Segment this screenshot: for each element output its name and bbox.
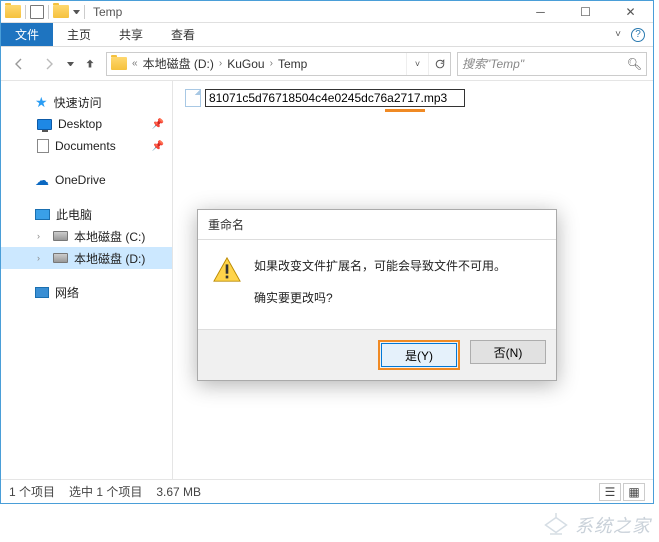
- tab-view[interactable]: 查看: [157, 23, 209, 46]
- status-size: 3.67 MB: [156, 485, 201, 499]
- address-bar[interactable]: « 本地磁盘 (D:) › KuGou › Temp ˅: [106, 52, 451, 76]
- drive-icon: [53, 231, 68, 241]
- back-button[interactable]: [7, 52, 31, 76]
- sidebar-item-drive-c[interactable]: › 本地磁盘 (C:): [1, 225, 172, 247]
- sidebar-label: 本地磁盘 (C:): [74, 228, 145, 245]
- sidebar-item-documents[interactable]: Documents 📌: [1, 135, 172, 157]
- tab-share[interactable]: 共享: [105, 23, 157, 46]
- no-button[interactable]: 否(N): [470, 340, 546, 364]
- sidebar-label: Documents: [55, 139, 116, 153]
- ribbon-expand-icon[interactable]: ˅: [615, 29, 621, 40]
- search-icon[interactable]: 🔍︎: [627, 57, 642, 71]
- dialog-line2: 确实要更改吗?: [254, 288, 506, 310]
- breadcrumb[interactable]: 本地磁盘 (D:): [139, 55, 218, 72]
- sidebar-label: Desktop: [58, 117, 102, 131]
- sidebar-label: 快速访问: [54, 94, 102, 111]
- nav-toolbar: « 本地磁盘 (D:) › KuGou › Temp ˅ 搜索"Temp" 🔍︎: [1, 47, 653, 81]
- dialog-title: 重命名: [198, 210, 556, 240]
- file-icon: [185, 89, 201, 107]
- document-icon: [37, 139, 49, 153]
- dialog-message: 如果改变文件扩展名，可能会导致文件不可用。 确实要更改吗?: [254, 256, 506, 319]
- separator: [25, 5, 26, 19]
- status-item-count: 1 个项目: [9, 483, 55, 500]
- breadcrumb[interactable]: Temp: [274, 57, 311, 71]
- expand-icon[interactable]: ›: [37, 231, 47, 241]
- view-details-button[interactable]: ☰: [599, 483, 621, 501]
- expand-icon[interactable]: ›: [37, 253, 47, 263]
- pc-icon: [35, 209, 50, 220]
- address-folder-icon: [111, 57, 127, 70]
- qat-dropdown-icon[interactable]: [73, 10, 80, 14]
- rename-dialog: 重命名 如果改变文件扩展名，可能会导致文件不可用。 确实要更改吗? 是(Y) 否…: [197, 209, 557, 381]
- up-button[interactable]: [80, 54, 100, 74]
- nav-pane: ★ 快速访问 Desktop 📌 Documents 📌 ☁: [1, 81, 173, 479]
- dialog-button-row: 是(Y) 否(N): [198, 329, 556, 380]
- sidebar-item-desktop[interactable]: Desktop 📌: [1, 113, 172, 135]
- help-icon[interactable]: ?: [631, 28, 645, 42]
- annotation-underline: [385, 109, 425, 112]
- qat-open-icon[interactable]: [53, 5, 69, 18]
- sidebar-item-drive-d[interactable]: › 本地磁盘 (D:): [1, 247, 172, 269]
- tab-home[interactable]: 主页: [53, 23, 105, 46]
- search-input[interactable]: 搜索"Temp" 🔍︎: [457, 52, 647, 76]
- sidebar-label: 此电脑: [56, 206, 92, 223]
- titlebar: Temp ─ ☐ ✕: [1, 1, 653, 23]
- close-button[interactable]: ✕: [608, 1, 653, 23]
- sidebar-label: 网络: [55, 284, 79, 301]
- pin-icon: 📌: [152, 119, 164, 130]
- file-tab[interactable]: 文件: [1, 23, 53, 46]
- status-bar: 1 个项目 选中 1 个项目 3.67 MB ☰ ▦: [1, 479, 653, 503]
- app-icon: [5, 5, 21, 18]
- yes-button[interactable]: 是(Y): [381, 343, 457, 367]
- forward-button[interactable]: [37, 52, 61, 76]
- warning-icon: [212, 256, 242, 284]
- search-placeholder: 搜索"Temp": [462, 55, 524, 72]
- rename-input[interactable]: 81071c5d76718504c4e0245dc76a2717.mp3: [205, 89, 465, 107]
- window-title: Temp: [85, 5, 518, 19]
- breadcrumb[interactable]: KuGou: [223, 57, 268, 71]
- sidebar-label: 本地磁盘 (D:): [74, 250, 145, 267]
- pin-icon: 📌: [152, 141, 164, 152]
- dialog-line1: 如果改变文件扩展名，可能会导致文件不可用。: [254, 256, 506, 278]
- desktop-icon: [37, 119, 52, 130]
- qat-properties-icon[interactable]: [30, 5, 44, 19]
- watermark-text: 系统之家: [575, 512, 651, 538]
- watermark: 系统之家: [541, 512, 651, 538]
- refresh-button[interactable]: [428, 53, 450, 75]
- view-icons-button[interactable]: ▦: [623, 483, 645, 501]
- star-icon: ★: [35, 94, 48, 111]
- maximize-button[interactable]: ☐: [563, 1, 608, 23]
- sidebar-item-network[interactable]: 网络: [1, 281, 172, 303]
- explorer-window: Temp ─ ☐ ✕ 文件 主页 共享 查看 ˅ ? « 本地磁盘 (D:) ›…: [0, 0, 654, 504]
- address-dropdown-button[interactable]: ˅: [406, 53, 428, 75]
- sidebar-label: OneDrive: [55, 173, 106, 187]
- sidebar-item-quickaccess[interactable]: ★ 快速访问: [1, 91, 172, 113]
- minimize-button[interactable]: ─: [518, 1, 563, 23]
- chevron-right-icon[interactable]: «: [131, 58, 139, 69]
- sidebar-item-thispc[interactable]: 此电脑: [1, 203, 172, 225]
- sidebar-item-onedrive[interactable]: ☁ OneDrive: [1, 169, 172, 191]
- file-item[interactable]: 81071c5d76718504c4e0245dc76a2717.mp3: [185, 89, 641, 107]
- network-icon: [35, 287, 49, 298]
- drive-icon: [53, 253, 68, 263]
- cloud-icon: ☁: [35, 172, 49, 189]
- annotation-highlight: 是(Y): [378, 340, 460, 370]
- status-selected: 选中 1 个项目: [69, 483, 142, 500]
- separator: [48, 5, 49, 19]
- ribbon-tabs: 文件 主页 共享 查看 ˅ ?: [1, 23, 653, 47]
- history-dropdown-icon[interactable]: [67, 62, 74, 66]
